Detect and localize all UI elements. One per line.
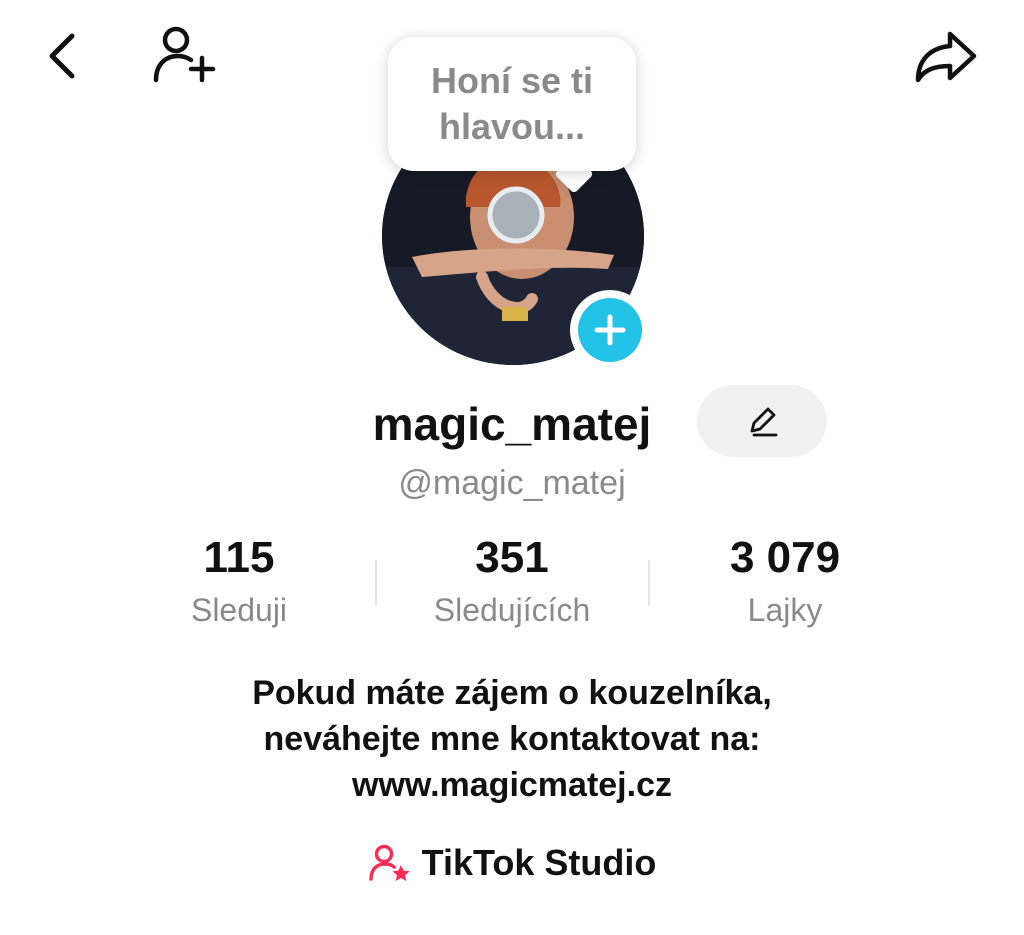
note-bubble-text: Honí se ti hlavou... <box>430 60 594 147</box>
edit-profile-button[interactable] <box>697 385 827 457</box>
stat-following[interactable]: 115 Sleduji <box>109 528 369 632</box>
stat-likes[interactable]: 3 079 Lajky <box>655 528 915 632</box>
user-plus-icon <box>153 26 216 83</box>
stat-followers-value: 351 <box>475 533 549 582</box>
pencil-icon <box>750 407 778 437</box>
stat-following-label: Sleduji <box>190 592 288 628</box>
add-story-circle <box>578 298 642 362</box>
display-name: magic_matej <box>372 398 652 450</box>
bio-line: Pokud máte zájem o kouzelníka, <box>252 674 772 712</box>
add-friend-button[interactable] <box>150 24 222 88</box>
note-bubble[interactable]: Honí se ti hlavou... <box>388 37 636 171</box>
username: @magic_matej <box>398 464 626 502</box>
share-arrow-icon <box>915 31 977 83</box>
chevron-left-icon <box>49 33 75 79</box>
share-button[interactable] <box>910 26 982 86</box>
stat-likes-value: 3 079 <box>729 533 841 582</box>
tiktok-studio-label: TikTok Studio <box>421 842 657 883</box>
plus-icon <box>594 314 626 346</box>
bio: Pokud máte zájem o kouzelníka, neváhejte… <box>112 670 912 808</box>
stat-divider <box>648 560 650 606</box>
stat-followers[interactable]: 351 Sledujících <box>382 528 642 632</box>
stat-following-value: 115 <box>203 533 275 582</box>
user-star-icon <box>368 844 410 881</box>
stat-divider <box>375 560 377 606</box>
bio-line: neváhejte mne kontaktovat na: <box>263 720 761 758</box>
stat-likes-label: Lajky <box>747 592 823 628</box>
stat-followers-label: Sledujících <box>433 592 591 628</box>
tiktok-studio-link[interactable]: TikTok Studio <box>300 836 724 890</box>
bio-link[interactable]: www.magicmatej.cz <box>112 762 912 808</box>
add-story-button[interactable] <box>570 290 650 370</box>
back-button[interactable] <box>38 28 86 84</box>
